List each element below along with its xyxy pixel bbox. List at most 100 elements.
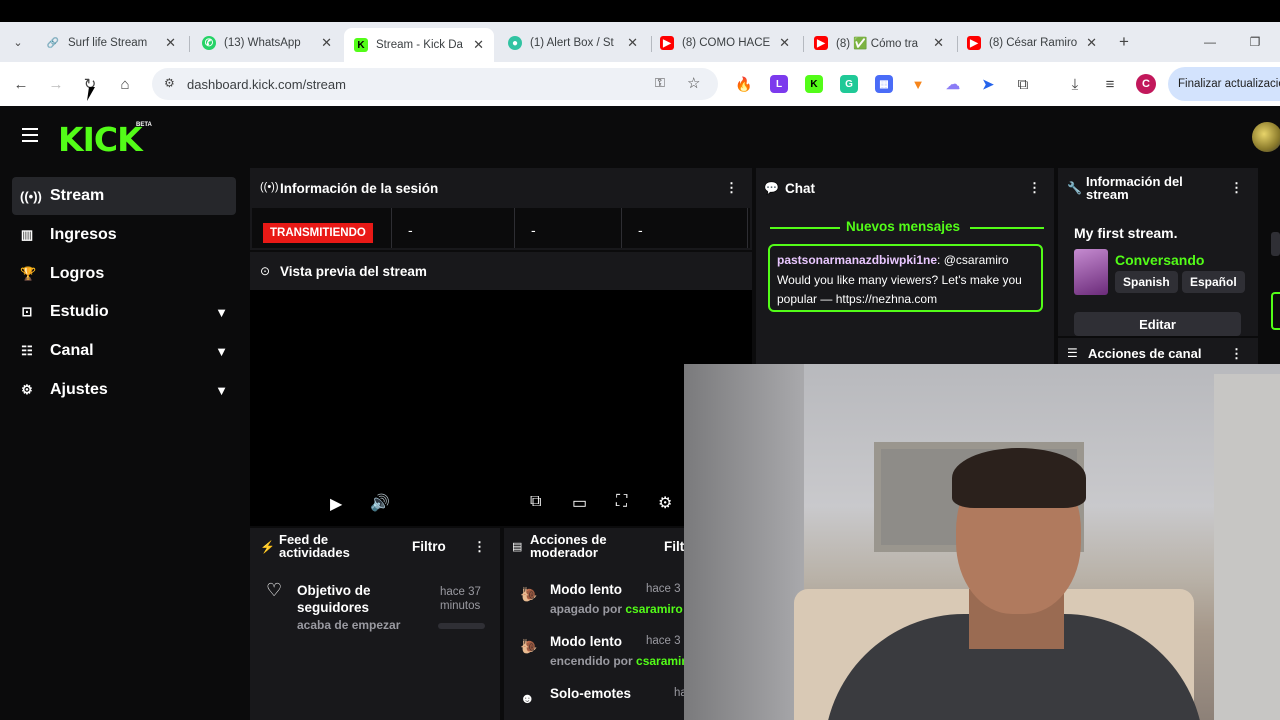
chart-icon: ▥ [20,227,34,242]
close-icon[interactable]: ✕ [1086,35,1097,51]
fire-extension-icon[interactable]: 🔥 [735,75,753,93]
new-tab-plus-icon[interactable]: + [1114,32,1134,52]
session-info-title: Información de la sesión [280,181,439,196]
edit-stream-info-button[interactable]: Editar [1074,312,1241,336]
mod-action-name: Modo lento [550,582,622,597]
minimize-icon[interactable]: — [1200,32,1220,52]
kick-logo[interactable]: KICK [58,120,143,159]
restore-window-icon[interactable]: ❐ [1245,32,1265,52]
arrow-extension-icon[interactable]: ➤ [979,75,997,93]
theater-mode-icon[interactable]: ▭ [572,493,587,513]
mod-action-user[interactable]: csaramiro [625,602,682,616]
url-text[interactable]: dashboard.kick.com/stream [187,77,346,92]
kebab-menu-icon[interactable]: ⋮ [1230,180,1243,196]
collapsed-panel-edge[interactable] [1271,292,1280,330]
browser-tab[interactable]: ▶ (8) ✅ Cómo tra ✕ [804,28,954,58]
stream-info-title: Información del stream [1086,174,1183,202]
sidebar-item-canal[interactable]: ☷ Canal ▼ [12,332,236,370]
site-settings-icon[interactable]: ⚙ [164,76,175,90]
browser-tab-strip: ⌄ 🔗 Surf life Stream ✕ ✆ (13) WhatsApp ✕… [0,22,1280,62]
session-stats-row: TRANSMITIENDO - - - [252,208,750,248]
stream-preview-title: Vista previa del stream [280,264,427,279]
sidebar-item-ajustes[interactable]: ⚙ Ajustes ▼ [12,371,236,409]
kick-extension-icon[interactable]: K [805,75,823,93]
settings-gear-icon[interactable]: ⚙ [658,493,672,513]
goal-progress-bar [438,623,485,629]
sidebar-item-ingresos[interactable]: ▥ Ingresos [12,216,236,254]
sidebar-item-logros[interactable]: 🏆 Logros [12,255,236,293]
purple-extension-icon[interactable]: L [770,75,788,93]
youtube-icon: ▶ [814,36,828,50]
tab-label: Stream - Kick Da [376,39,463,51]
browser-tab[interactable]: ▶ (8) COMO HACE ✕ [650,28,800,58]
close-icon[interactable]: ✕ [165,35,176,51]
home-icon[interactable]: ⌂ [115,74,135,94]
browser-tab[interactable]: 🔗 Surf life Stream ✕ [36,28,186,58]
browser-tab-active[interactable]: K Stream - Kick Da ✕ [344,28,494,62]
forward-arrow-icon[interactable]: → [46,74,66,94]
kebab-menu-icon[interactable]: ⋮ [1230,346,1243,362]
back-arrow-icon[interactable]: ← [11,74,31,94]
hamburger-menu-icon[interactable] [22,128,38,142]
collapsed-panel-edge[interactable] [1271,232,1280,256]
mod-action-detail: encendido por csaramiro [550,654,693,668]
stat-value: - [408,222,413,238]
sidebar-item-estudio[interactable]: ⊡ Estudio ▼ [12,293,236,331]
close-icon[interactable]: ✕ [933,35,944,51]
metamask-icon[interactable]: ▼ [909,75,927,93]
user-avatar[interactable] [1252,122,1280,152]
whatsapp-icon: ✆ [202,36,216,50]
chat-username[interactable]: pastsonarmanazdbiwpki1ne [777,253,937,267]
chevron-down-icon: ▼ [215,343,228,359]
green-extension-icon[interactable]: G [840,75,858,93]
cloud-extension-icon[interactable]: ☁ [944,75,962,93]
divider [391,208,392,248]
filter-button[interactable]: Filt [664,539,684,554]
sidebar-item-label: Stream [50,187,105,204]
mod-actions-title: Acciones de moderador [530,532,607,560]
media-queue-icon[interactable]: ≡ [1100,74,1120,94]
kick-header: KICK BETA [0,106,1280,166]
tab-label: (8) César Ramiro [989,37,1078,49]
close-icon[interactable]: ✕ [779,35,790,51]
kebab-menu-icon[interactable]: ⋮ [1028,180,1041,196]
youtube-icon: ▶ [660,36,674,50]
profile-avatar[interactable]: C [1136,74,1156,94]
calendar-extension-icon[interactable]: ▦ [875,75,893,93]
volume-icon[interactable]: 🔊 [370,493,390,513]
close-icon[interactable]: ✕ [627,35,638,51]
language-tag: Español [1182,271,1245,293]
extensions-puzzle-icon[interactable]: ⧉ [1013,74,1033,94]
browser-tab[interactable]: ✆ (13) WhatsApp ✕ [192,28,342,58]
divider [621,208,622,248]
close-icon[interactable]: ✕ [321,35,332,51]
close-icon[interactable]: ✕ [473,37,484,53]
download-icon[interactable]: ⤓ [1065,74,1085,94]
new-messages-label[interactable]: Nuevos mensajes [846,219,960,234]
kebab-menu-icon[interactable]: ⋮ [473,539,486,555]
channel-actions-title: Acciones de canal [1088,346,1202,361]
play-icon[interactable]: ▶ [330,494,342,514]
bookmark-star-icon[interactable]: ☆ [687,74,700,92]
password-key-icon[interactable]: ⚿ [655,75,665,91]
webcam-scene [684,364,804,720]
tab-search-chevron-icon[interactable]: ⌄ [8,32,28,52]
filter-button[interactable]: Filtro [412,539,446,554]
picture-in-picture-icon[interactable]: ⧉ [530,493,541,511]
browser-tab[interactable]: ▶ (8) César Ramiro ✕ [957,28,1107,58]
kebab-menu-icon[interactable]: ⋮ [725,180,738,196]
activity-item-time: hace 37 minutos [440,586,481,612]
browser-tab[interactable]: ● (1) Alert Box / St ✕ [498,28,648,58]
browser-toolbar: ← → ↻ ⌂ ⚙ dashboard.kick.com/stream ⚿ ☆ … [0,62,1280,106]
update-browser-button[interactable]: Finalizar actualización [1168,67,1280,101]
sidebar-item-stream[interactable]: ((•)) Stream [12,177,236,215]
chat-bubble-icon: 💬 [764,181,779,195]
stream-preview-player[interactable]: ▶ 🔊 ⧉ ▭ ⛶ ⚙ [250,290,752,526]
category-name[interactable]: Conversando [1115,252,1204,268]
camera-icon: ⊙ [260,264,271,278]
webcam-person [952,448,1086,508]
chevron-down-icon: ▼ [215,382,228,398]
fullscreen-icon[interactable]: ⛶ [616,493,627,511]
mod-action-detail-text: encendido por [550,654,637,668]
address-bar[interactable]: ⚙ dashboard.kick.com/stream ⚿ ☆ [152,68,718,100]
